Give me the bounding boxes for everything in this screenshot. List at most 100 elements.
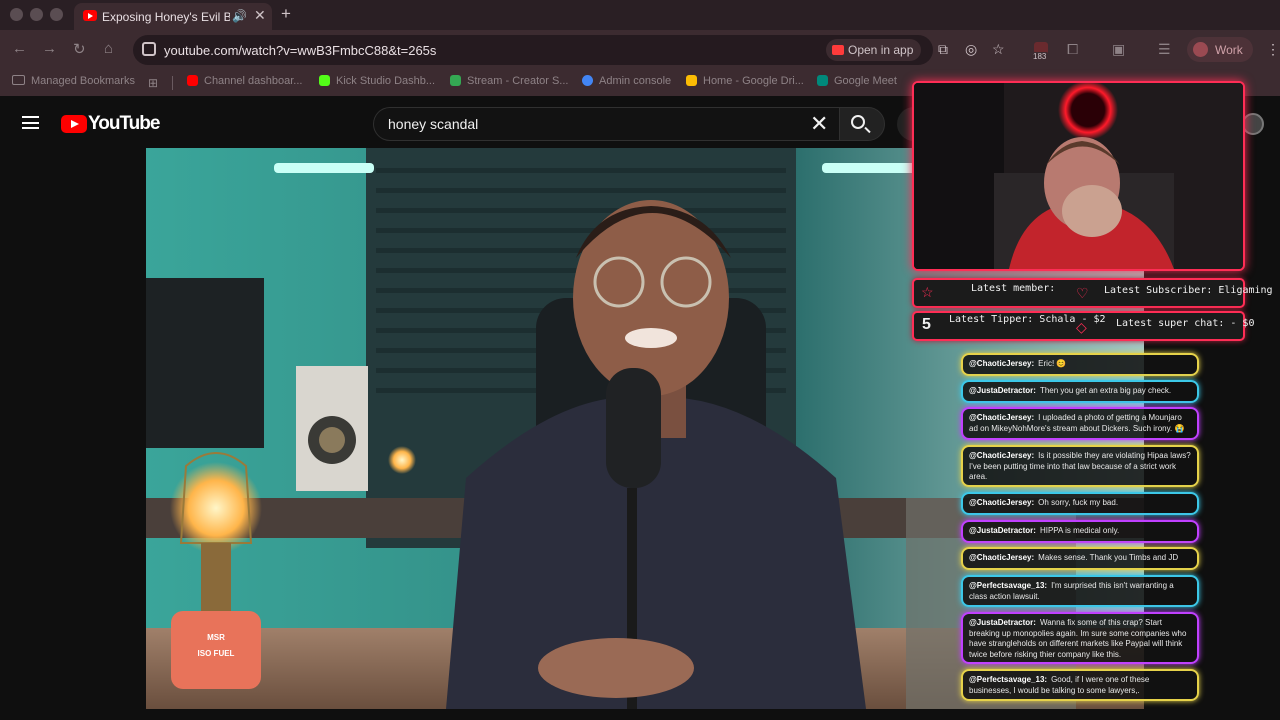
profile-button[interactable]: Work <box>1187 37 1253 62</box>
youtube-favicon-icon <box>83 10 97 21</box>
speaker-icon[interactable]: 🔊 <box>232 9 247 23</box>
bookmark-separator <box>172 76 173 90</box>
bookmark-label: Kick Studio Dashb... <box>336 75 436 87</box>
minimize-window-button[interactable] <box>30 8 43 21</box>
apps-grid-icon[interactable]: ⊞ <box>148 76 158 90</box>
folder-icon <box>12 75 25 85</box>
bookmark-stream-creator[interactable]: Stream - Creator S... <box>450 75 568 87</box>
bookmark-label: Channel dashboar... <box>204 75 303 87</box>
chat-text: HIPPA is medical only. <box>1039 526 1120 535</box>
chat-username: @ChaoticJersey: <box>969 413 1035 422</box>
home-icon[interactable]: ⌂ <box>104 40 113 57</box>
bookmark-managed[interactable]: Managed Bookmarks <box>12 75 135 87</box>
bookmark-kick-studio[interactable]: Kick Studio Dashb... <box>319 75 435 87</box>
chat-text: Eric! 😊 <box>1038 359 1067 368</box>
new-tab-button[interactable]: + <box>281 4 291 24</box>
bookmark-label: Google Meet <box>834 75 897 87</box>
eye-off-icon[interactable]: ◎ <box>965 41 977 58</box>
bookmark-label: Admin console <box>599 75 672 87</box>
address-bar[interactable]: youtube.com/watch?v=wwB3FmbcC88&t=265s O… <box>133 35 1005 65</box>
search-input[interactable] <box>388 116 788 132</box>
kick-icon <box>319 75 330 86</box>
chat-username: @ChaoticJersey: <box>969 451 1035 460</box>
tipper-badge: 5 <box>922 316 931 333</box>
bookmark-google-drive[interactable]: Home - Google Dri... <box>686 75 804 87</box>
page-bottom-strip <box>0 709 1280 720</box>
site-info-icon[interactable] <box>142 42 156 56</box>
member-subscriber-panel: ☆ Latest member: ♡ Latest Subscriber: El… <box>912 278 1273 308</box>
chat-message: @JustaDetractor: Wanna fix some of this c… <box>961 612 1199 664</box>
reload-icon[interactable]: ↻ <box>73 40 86 58</box>
admin-icon <box>582 75 593 86</box>
more-menu-icon[interactable]: ⋮ <box>1266 41 1280 58</box>
tab-search-icon[interactable]: ▣ <box>1112 41 1125 58</box>
youtube-logo-icon[interactable] <box>61 115 87 133</box>
maximize-window-button[interactable] <box>50 8 63 21</box>
diamond-icon: ◇ <box>1076 319 1087 335</box>
tab-youtube-video[interactable]: Exposing Honey's Evil Bu 🔊 ✕ <box>74 3 272 30</box>
stream-icon <box>450 75 461 86</box>
webcam-overlay <box>912 81 1245 271</box>
fuel-can-label: ISO FUEL <box>198 649 235 658</box>
tipper-superchat-panel: 5 Latest Tipper: Schala - $2 ◇ Latest su… <box>912 311 1254 341</box>
bookmark-google-meet[interactable]: Google Meet <box>817 75 897 87</box>
chat-username: @Perfectsavage_13: <box>969 675 1048 684</box>
star-icon: ☆ <box>921 284 934 300</box>
search-box[interactable]: ✕ <box>373 107 839 141</box>
tab-title: Exposing Honey's Evil Bu <box>102 10 230 24</box>
chat-username: @ChaoticJersey: <box>969 359 1035 368</box>
latest-superchat-label: Latest super chat: - $0 <box>1116 318 1255 329</box>
chat-text: Oh sorry, fuck my bad. <box>1038 498 1119 507</box>
extensions-puzzle-icon[interactable]: ⧠ <box>1067 41 1078 58</box>
url-text[interactable]: youtube.com/watch?v=wwB3FmbcC88&t=265s <box>164 43 436 58</box>
chat-message: @Perfectsavage_13: Good, if I were one of… <box>961 669 1199 701</box>
browser-toolbar: ← → ↻ ⌂ youtube.com/watch?v=wwB3FmbcC88&… <box>0 30 1280 70</box>
chat-text: Makes sense. Thank you Timbs and JD <box>1038 553 1179 562</box>
bookmark-label: Stream - Creator S... <box>467 75 569 87</box>
fuel-can-brand: MSR <box>207 633 225 642</box>
latest-member-label: Latest member: <box>971 283 1056 294</box>
chat-message: @ChaoticJersey: Is it possible they are v… <box>961 445 1199 487</box>
tab-strip: Exposing Honey's Evil Bu 🔊 ✕ + <box>0 0 1280 30</box>
profile-label: Work <box>1215 43 1243 57</box>
bookmark-label: Home - Google Dri... <box>703 75 804 87</box>
chat-username: @ChaoticJersey: <box>969 498 1035 507</box>
search-button[interactable] <box>839 107 885 141</box>
webcam-feed <box>914 83 1243 269</box>
bookmark-star-icon[interactable]: ☆ <box>992 41 1005 58</box>
cast-icon[interactable]: ⧉ <box>938 41 948 58</box>
bookmark-admin-console[interactable]: Admin console <box>582 75 671 87</box>
close-window-button[interactable] <box>10 8 23 21</box>
youtube-wordmark[interactable]: YouTube <box>88 113 160 135</box>
youtube-studio-icon <box>187 75 198 86</box>
chat-message: @Perfectsavage_13: I'm surprised this isn… <box>961 575 1199 607</box>
open-in-app-button[interactable]: Open in app <box>826 39 922 61</box>
chat-message: @ChaoticJersey: Makes sense. Thank you Ti… <box>961 547 1199 570</box>
profile-avatar-icon <box>1193 42 1208 57</box>
search-icon <box>851 115 865 129</box>
hamburger-menu-icon[interactable] <box>22 116 39 129</box>
chat-username: @JustaDetractor: <box>969 618 1036 627</box>
forward-arrow-icon[interactable]: → <box>42 40 57 57</box>
chat-message: @ChaoticJersey: Eric! 😊 <box>961 353 1199 376</box>
reading-list-icon[interactable]: ☰ <box>1158 41 1171 58</box>
google-drive-icon <box>686 75 697 86</box>
clear-search-icon[interactable]: ✕ <box>810 111 828 137</box>
back-arrow-icon[interactable]: ← <box>12 40 27 57</box>
google-meet-icon <box>817 75 828 86</box>
extension-badge: 183 <box>1032 52 1048 61</box>
chat-username: @JustaDetractor: <box>969 526 1036 535</box>
account-avatar[interactable] <box>1242 113 1264 135</box>
chat-username: @ChaoticJersey: <box>969 553 1035 562</box>
close-tab-icon[interactable]: ✕ <box>254 7 266 24</box>
bookmark-label: Managed Bookmarks <box>31 75 135 87</box>
chat-message: @JustaDetractor: Then you get an extra bi… <box>961 380 1199 403</box>
bookmark-channel-dashboard[interactable]: Channel dashboar... <box>187 75 302 87</box>
latest-subscriber-label: Latest Subscriber: Eligaming <box>1104 285 1273 296</box>
chat-message: @ChaoticJersey: Oh sorry, fuck my bad. <box>961 492 1199 515</box>
chat-message: @ChaoticJersey: I uploaded a photo of get… <box>961 407 1199 440</box>
chat-username: @Perfectsavage_13: <box>969 581 1048 590</box>
chat-text: Then you get an extra big pay check. <box>1039 386 1172 395</box>
heart-icon: ♡ <box>1076 285 1089 301</box>
chat-username: @JustaDetractor: <box>969 386 1036 395</box>
